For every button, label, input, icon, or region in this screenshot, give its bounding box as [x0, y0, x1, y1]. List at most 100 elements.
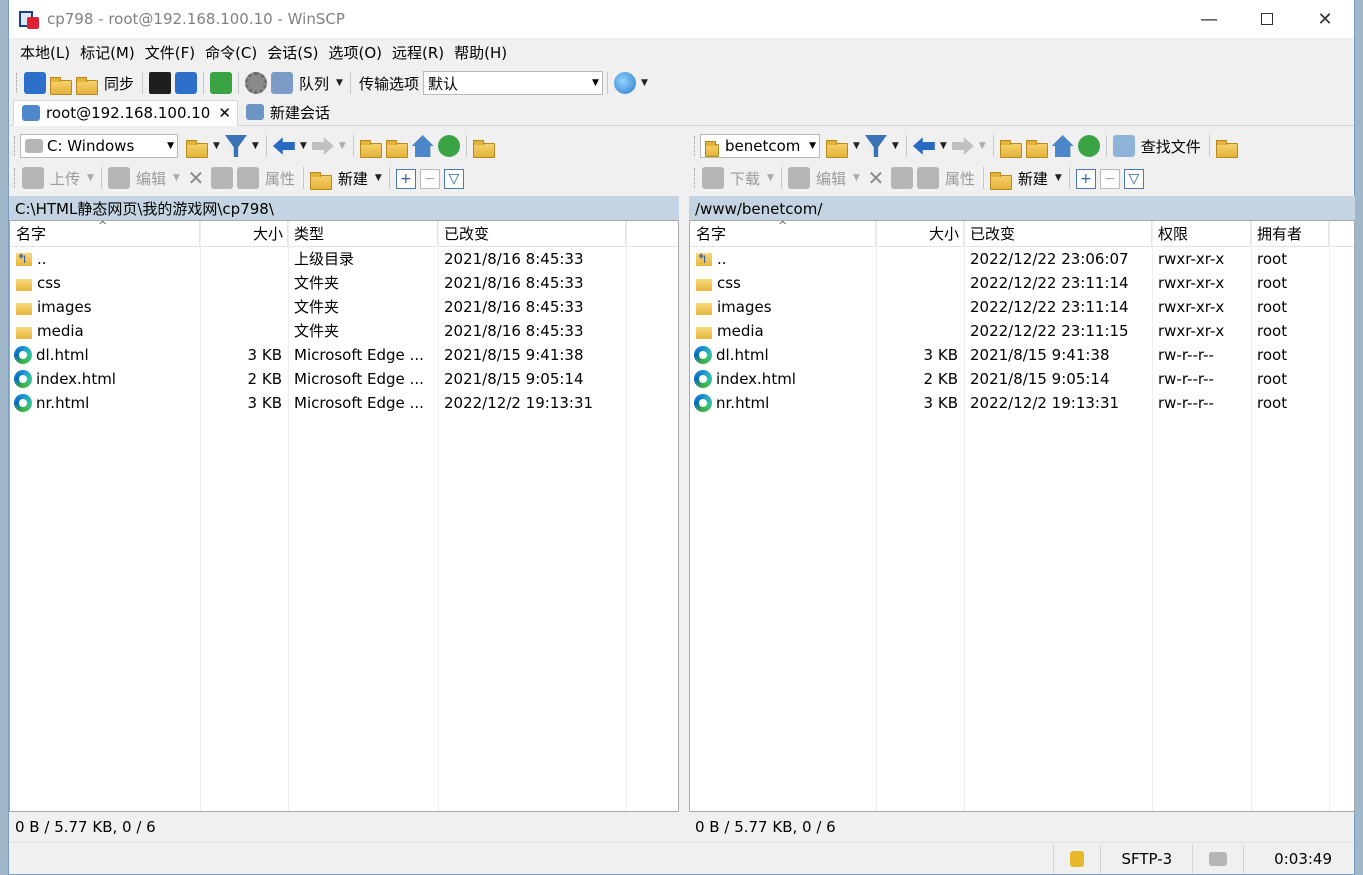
edit-icon[interactable]	[787, 167, 810, 189]
putty-icon[interactable]	[175, 72, 198, 94]
upload-button[interactable]: 上传	[50, 168, 80, 189]
column-size[interactable]: 大小	[200, 221, 288, 247]
file-row[interactable]: .. 上级目录 2021/8/16 8:45:33	[10, 247, 678, 271]
select-all-plus-icon[interactable]: +	[395, 169, 416, 189]
menu-session[interactable]: 会话(S)	[262, 40, 323, 66]
menu-remote[interactable]: 远程(R)	[387, 40, 449, 66]
new-folder-icon[interactable]	[989, 171, 1012, 190]
close-button[interactable]: ✕	[1296, 0, 1354, 38]
local-path-bar[interactable]: C:\HTML静态网页\我的游戏网\cp798\	[9, 196, 679, 222]
refresh-icon[interactable]	[1077, 135, 1100, 157]
unselect-minus-icon[interactable]: −	[1099, 169, 1120, 189]
preferences-gear-icon[interactable]	[245, 72, 268, 94]
remote-file-list[interactable]: ^名字 大小 已改变 权限 拥有者 .. 2022/12/22 23:06:07 r…	[689, 220, 1355, 812]
select-all-plus-icon[interactable]: +	[1075, 169, 1096, 189]
menu-help[interactable]: 帮助(H)	[449, 40, 512, 66]
upload-dropdown-icon[interactable]: ▼	[87, 173, 94, 183]
menu-commands[interactable]: 命令(C)	[200, 40, 262, 66]
forward-arrow-icon[interactable]	[951, 137, 974, 155]
new-button[interactable]: 新建	[338, 168, 368, 189]
file-row[interactable]: images 文件夹 2021/8/16 8:45:33	[10, 295, 678, 319]
file-row[interactable]: nr.html 3 KB 2022/12/2 19:13:31 rw-r--r-- ro…	[690, 391, 1354, 415]
find-tree-icon[interactable]	[472, 139, 495, 158]
transfer-settings-select[interactable]: 默认 ▼	[422, 71, 603, 95]
download-icon[interactable]	[702, 167, 724, 189]
upload-icon[interactable]	[22, 167, 44, 189]
menu-options[interactable]: 选项(O)	[323, 40, 387, 66]
queue-icon[interactable]	[271, 72, 294, 94]
back-dropdown-icon[interactable]: ▼	[300, 141, 307, 151]
minimize-button[interactable]: —	[1180, 0, 1238, 38]
edit-icon[interactable]	[107, 167, 130, 189]
edit-button[interactable]: 编辑	[816, 168, 846, 189]
file-row[interactable]: dl.html 3 KB Microsoft Edge ... 2021/8/15 9…	[10, 343, 678, 367]
home-icon[interactable]	[1051, 135, 1074, 157]
menu-local[interactable]: 本地(L)	[15, 40, 75, 66]
back-arrow-icon[interactable]	[912, 137, 935, 155]
toolbar-grip[interactable]	[694, 136, 697, 156]
column-size[interactable]: 大小	[876, 221, 964, 247]
forward-arrow-icon[interactable]	[311, 137, 334, 155]
home-icon[interactable]	[411, 135, 434, 157]
column-rights[interactable]: 权限	[1152, 221, 1251, 247]
column-name[interactable]: ^ 名字	[690, 221, 876, 247]
tab-new-session[interactable]: 新建会话	[238, 99, 336, 125]
column-name[interactable]: ^ 名字	[10, 221, 200, 247]
file-row[interactable]: css 文件夹 2021/8/16 8:45:33	[10, 271, 678, 295]
rename-icon[interactable]	[890, 167, 913, 189]
file-row[interactable]: dl.html 3 KB 2021/8/15 9:41:38 rw-r--r-- roo…	[690, 343, 1354, 367]
parent-directory-icon[interactable]	[999, 139, 1022, 158]
file-row[interactable]: images 2022/12/22 23:11:14 rwxr-xr-x root	[690, 295, 1354, 319]
file-row[interactable]: css 2022/12/22 23:11:14 rwxr-xr-x root	[690, 271, 1354, 295]
open-folder-icon[interactable]	[826, 139, 848, 158]
back-arrow-icon[interactable]	[272, 137, 295, 155]
refresh-icon[interactable]	[437, 135, 460, 157]
file-row[interactable]: index.html 2 KB Microsoft Edge ... 2021/8/1…	[10, 367, 678, 391]
close-tab-icon[interactable]: ✕	[218, 104, 231, 122]
column-changed[interactable]: 已改变	[964, 221, 1152, 247]
properties-button[interactable]: 属性	[265, 168, 295, 189]
queue-dropdown-icon[interactable]: ▼	[336, 78, 343, 88]
back-dropdown-icon[interactable]: ▼	[940, 141, 947, 151]
find-files-button[interactable]: 查找文件	[1141, 136, 1201, 157]
filter-icon[interactable]	[224, 135, 247, 157]
tab-session-root[interactable]: root@192.168.100.10 ✕	[13, 100, 238, 126]
synchronize-icon[interactable]	[76, 76, 98, 95]
column-changed[interactable]: 已改变	[438, 221, 626, 247]
file-row[interactable]: .. 2022/12/22 23:06:07 rwxr-xr-x root	[690, 247, 1354, 271]
root-directory-icon[interactable]	[385, 139, 408, 158]
remote-path-bar[interactable]: /www/benetcom/	[689, 196, 1355, 222]
edit-button[interactable]: 编辑	[136, 168, 166, 189]
invert-selection-icon[interactable]: ▽	[443, 169, 464, 189]
new-dropdown-icon[interactable]: ▼	[1055, 173, 1062, 183]
rename-icon[interactable]	[210, 167, 233, 189]
download-button[interactable]: 下载	[730, 168, 760, 189]
local-file-list[interactable]: ^名字 大小 类型 已改变 ..上级目录2021/8/16 8:45:33css…	[9, 220, 679, 812]
file-row[interactable]: media 2022/12/22 23:11:15 rwxr-xr-x root	[690, 319, 1354, 343]
new-folder-icon[interactable]	[309, 171, 332, 190]
root-directory-icon[interactable]	[1025, 139, 1048, 158]
column-type[interactable]: 类型	[288, 221, 438, 247]
menu-files[interactable]: 文件(F)	[140, 40, 200, 66]
title-bar[interactable]: cp798 - root@192.168.100.10 - WinSCP — ✕	[9, 0, 1354, 38]
network-cell[interactable]	[1192, 844, 1243, 873]
edit-dropdown-icon[interactable]: ▼	[853, 173, 860, 183]
properties-icon[interactable]	[916, 167, 939, 189]
find-tree-icon[interactable]	[1215, 139, 1238, 158]
new-button[interactable]: 新建	[1018, 168, 1048, 189]
file-row[interactable]: nr.html 3 KB Microsoft Edge ... 2022/12/2 1…	[10, 391, 678, 415]
delete-icon[interactable]: ✕	[865, 167, 887, 189]
properties-button[interactable]: 属性	[945, 168, 975, 189]
download-dropdown-icon[interactable]: ▼	[767, 173, 774, 183]
synchronize-browsing-icon[interactable]	[50, 76, 72, 95]
synchronize-view-icon[interactable]	[210, 72, 233, 94]
globe-dropdown-icon[interactable]: ▼	[641, 78, 648, 88]
compare-directories-icon[interactable]	[24, 72, 46, 94]
toolbar-grip[interactable]	[14, 136, 17, 156]
open-folder-icon[interactable]	[186, 139, 208, 158]
properties-icon[interactable]	[236, 167, 259, 189]
forward-dropdown-icon[interactable]: ▼	[979, 141, 986, 151]
synchronize-button[interactable]: 同步	[104, 73, 134, 94]
open-dropdown-icon[interactable]: ▼	[853, 141, 860, 151]
queue-button[interactable]: 队列	[299, 73, 329, 94]
